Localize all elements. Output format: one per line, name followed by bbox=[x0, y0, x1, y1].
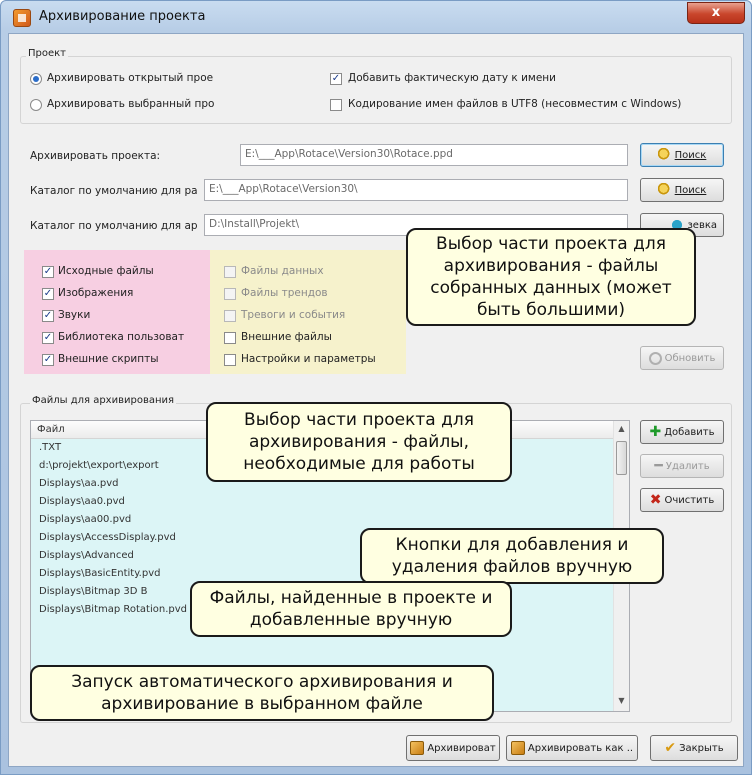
search-button-1[interactable]: Поиск bbox=[640, 143, 724, 167]
check-alarms-events-label: Тревоги и события bbox=[241, 309, 346, 321]
callout-found-files: Файлы, найденные в проекте и добавленные… bbox=[190, 581, 512, 637]
search-button-1-label: Поиск bbox=[674, 149, 707, 161]
scroll-thumb[interactable] bbox=[616, 441, 627, 475]
clear-button[interactable]: ✖ Очистить bbox=[640, 488, 724, 512]
search-icon bbox=[657, 183, 672, 197]
remove-button-label: Удалить bbox=[665, 460, 710, 472]
check-data-files-label: Файлы данных bbox=[241, 265, 324, 277]
check-settings-params-label: Настройки и параметры bbox=[241, 353, 376, 365]
window-title: Архивирование проекта bbox=[39, 9, 206, 24]
check-external-files[interactable] bbox=[224, 332, 236, 344]
callout-manual-buttons: Кнопки для добавления и удаления файлов … bbox=[360, 528, 664, 584]
check-images[interactable]: ✓ bbox=[42, 288, 54, 300]
list-item[interactable]: Displays\aa0.pvd bbox=[31, 493, 629, 511]
check-user-library[interactable]: ✓ bbox=[42, 332, 54, 344]
project-group-label: Проект bbox=[26, 48, 69, 59]
files-group-label: Файлы для архивирования bbox=[30, 395, 177, 406]
close-button-label: Закрыть bbox=[679, 742, 724, 754]
close-window-button[interactable]: x bbox=[687, 2, 745, 24]
check-source-files[interactable]: ✓ bbox=[42, 266, 54, 278]
search-icon bbox=[657, 148, 672, 162]
check-alarms-events[interactable] bbox=[224, 310, 236, 322]
search-button-2-label: Поиск bbox=[674, 184, 707, 196]
radio-archive-selected[interactable] bbox=[30, 99, 42, 111]
default-arch-label: Каталог по умолчанию для ар bbox=[30, 220, 198, 232]
add-date-checkbox[interactable]: ✓ bbox=[330, 73, 342, 85]
check-settings-params[interactable] bbox=[224, 354, 236, 366]
scroll-down-arrow-icon[interactable]: ▼ bbox=[614, 693, 629, 709]
archive-button-label: Архивироват bbox=[427, 742, 496, 754]
project-group bbox=[20, 56, 732, 124]
check-sounds[interactable]: ✓ bbox=[42, 310, 54, 322]
default-dir-input[interactable]: E:\___App\Rotace\Version30\ bbox=[204, 179, 628, 201]
archive-project-label: Архивировать проекта: bbox=[30, 150, 161, 162]
check-sounds-label: Звуки bbox=[58, 309, 91, 321]
archive-box-icon bbox=[510, 741, 525, 755]
radio-archive-selected-label: Архивировать выбранный про bbox=[47, 98, 215, 110]
check-data-files[interactable] bbox=[224, 266, 236, 278]
radio-archive-open[interactable] bbox=[30, 73, 42, 85]
add-button[interactable]: ✚ Добавить bbox=[640, 420, 724, 444]
refresh-button-label: Обновить bbox=[664, 352, 716, 364]
archive-project-input[interactable]: E:\___App\Rotace\Version30\Rotace.ppd bbox=[240, 144, 628, 166]
check-source-files-label: Исходные файлы bbox=[58, 265, 154, 277]
utf8-checkbox[interactable] bbox=[330, 99, 342, 111]
plus-icon: ✚ bbox=[649, 424, 662, 440]
callout-work-files: Выбор части проекта для архивирования - … bbox=[206, 402, 512, 482]
default-dir-label: Каталог по умолчанию для ра bbox=[30, 185, 198, 197]
check-external-scripts[interactable]: ✓ bbox=[42, 354, 54, 366]
title-bar: Архивирование проекта x bbox=[1, 1, 752, 35]
x-icon: ✖ bbox=[649, 492, 662, 508]
minus-icon: ━ bbox=[654, 458, 663, 474]
archive-button[interactable]: Архивироват bbox=[406, 735, 500, 761]
callout-data-files: Выбор части проекта для архивирования - … bbox=[406, 228, 696, 326]
check-trend-files[interactable] bbox=[224, 288, 236, 300]
check-user-library-label: Библиотека пользоват bbox=[58, 331, 185, 343]
list-item[interactable]: Displays\aa00.pvd bbox=[31, 511, 629, 529]
check-images-label: Изображения bbox=[58, 287, 134, 299]
archive-as-button[interactable]: Архивировать как .. bbox=[506, 735, 638, 761]
search-button-2[interactable]: Поиск bbox=[640, 178, 724, 202]
callout-launch: Запуск автоматического архивирования и а… bbox=[30, 665, 494, 721]
radio-archive-open-label: Архивировать открытый прое bbox=[47, 72, 214, 84]
remove-button[interactable]: ━ Удалить bbox=[640, 454, 724, 478]
refresh-button[interactable]: Обновить bbox=[640, 346, 724, 370]
add-date-label: Добавить фактическую дату к имени bbox=[348, 72, 556, 84]
close-button[interactable]: ✔ Закрыть bbox=[650, 735, 738, 761]
clear-button-label: Очистить bbox=[664, 494, 715, 506]
archive-box-icon bbox=[410, 741, 425, 755]
search-button-3-label: зевка bbox=[687, 219, 717, 231]
scroll-up-arrow-icon[interactable]: ▲ bbox=[614, 421, 629, 437]
app-icon bbox=[13, 9, 31, 27]
refresh-icon bbox=[648, 351, 662, 365]
check-trend-files-label: Файлы трендов bbox=[241, 287, 328, 299]
check-external-scripts-label: Внешние скрипты bbox=[58, 353, 159, 365]
checkmark-icon: ✔ bbox=[664, 740, 677, 756]
utf8-label: Кодирование имен файлов в UTF8 (несовмес… bbox=[348, 98, 682, 110]
check-external-files-label: Внешние файлы bbox=[241, 331, 332, 343]
archive-as-button-label: Архивировать как .. bbox=[527, 742, 634, 754]
add-button-label: Добавить bbox=[664, 426, 715, 438]
